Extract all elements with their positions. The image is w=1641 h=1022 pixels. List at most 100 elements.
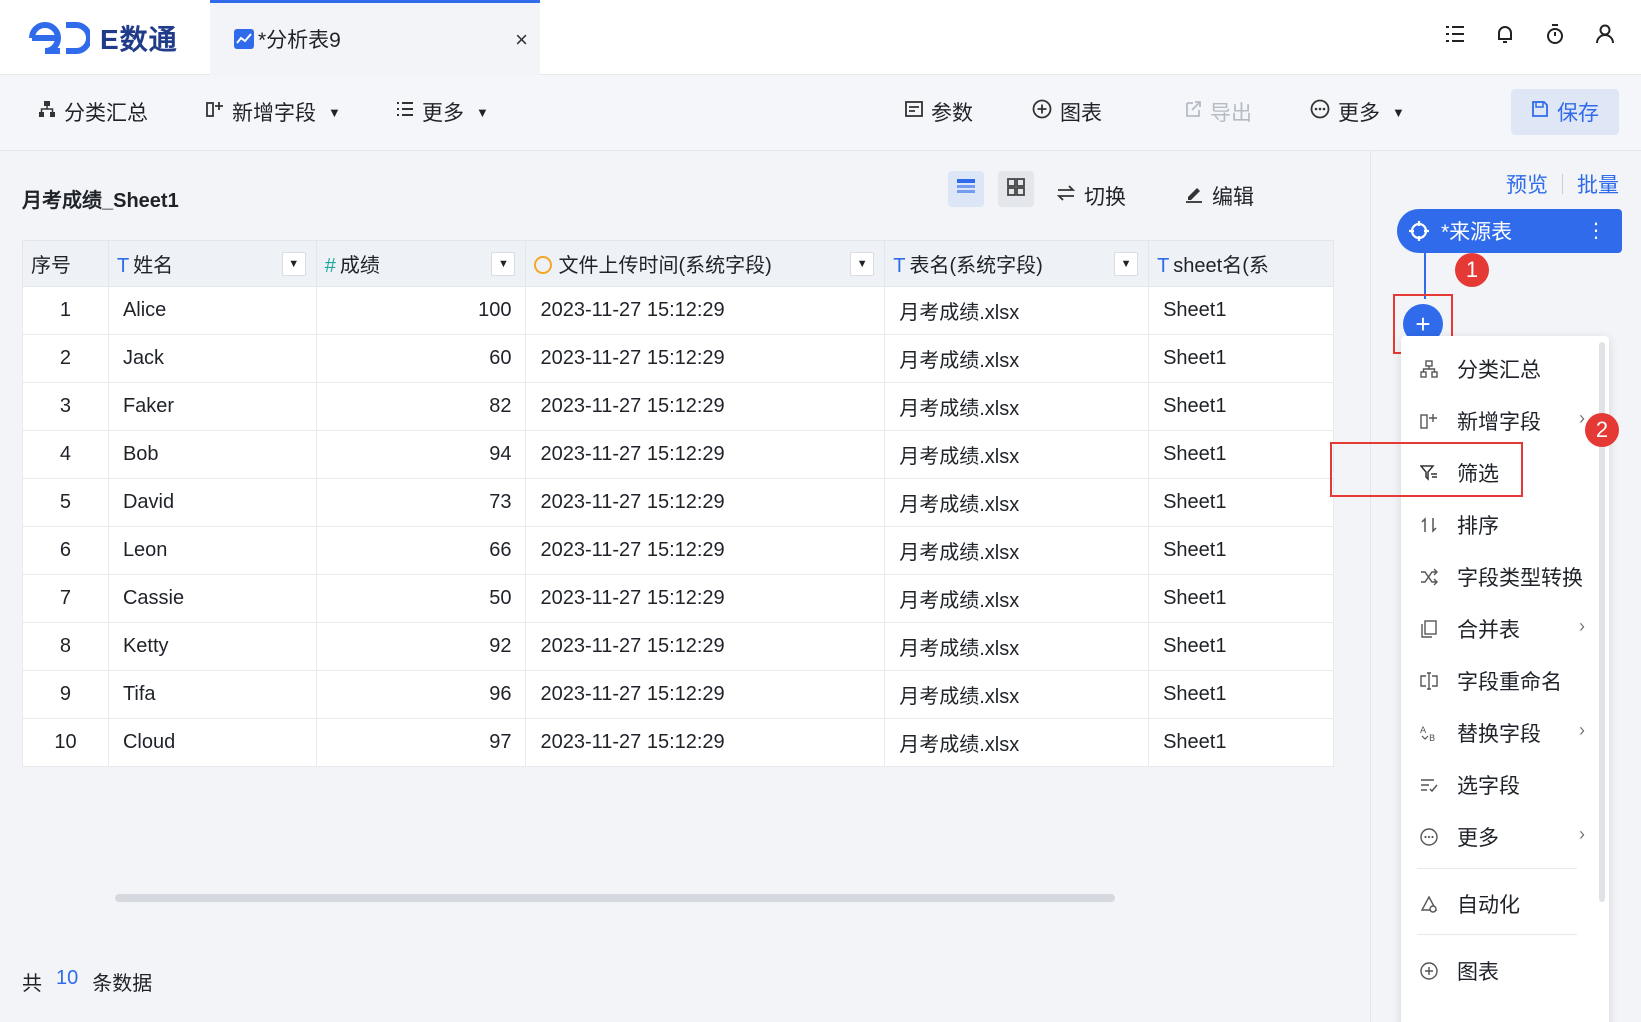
more-left-button[interactable]: 更多 ▼ (396, 97, 489, 127)
cell-upload-time: 2023-11-27 15:12:29 (525, 670, 886, 719)
timer-icon[interactable] (1543, 22, 1567, 46)
menu-item-label: 新增字段 (1457, 411, 1541, 434)
menu-item-label: 字段类型转换 (1457, 567, 1583, 590)
cell-table-name: 月考成绩.xlsx (884, 334, 1150, 383)
table-row[interactable]: 5 David 73 2023-11-27 15:12:29 月考成绩.xlsx Shee… (22, 478, 1334, 527)
cell-score: 100 (315, 286, 527, 335)
column-header-upload-time[interactable]: 文件上传时间(系统字段) ▼ (525, 240, 886, 287)
table-row[interactable]: 1 Alice 100 2023-11-27 15:12:29 月考成绩.xlsx She… (22, 286, 1334, 335)
cell-upload-time: 2023-11-27 15:12:29 (525, 478, 886, 527)
count-value: 10 (56, 967, 79, 989)
edit-button[interactable]: 编辑 (1184, 181, 1254, 211)
batch-link[interactable]: 批量 (1577, 169, 1619, 199)
export-button[interactable]: 导出 (1184, 97, 1252, 127)
caret-down-icon: ▼ (476, 104, 489, 120)
grid-view-icon (1006, 177, 1026, 202)
cell-sheet-name: Sheet1 (1148, 574, 1334, 623)
cell-score: 94 (315, 430, 527, 479)
group-summary-button[interactable]: 分类汇总 (38, 97, 148, 127)
dropdown-icon[interactable]: ▼ (850, 252, 875, 276)
save-button[interactable]: 保存 (1511, 89, 1619, 135)
user-icon[interactable] (1593, 22, 1617, 46)
close-icon[interactable]: × (515, 27, 528, 53)
table-row[interactable]: 2 Jack 60 2023-11-27 15:12:29 月考成绩.xlsx Sheet… (22, 334, 1334, 383)
cell-table-name: 月考成绩.xlsx (884, 382, 1150, 431)
preview-link[interactable]: 预览 (1506, 169, 1548, 199)
cell-name: Cloud (107, 718, 317, 767)
cell-table-name: 月考成绩.xlsx (884, 526, 1150, 575)
chart-button[interactable]: 图表 (1032, 97, 1102, 127)
dropdown-icon[interactable]: ▼ (1114, 252, 1139, 276)
menu-item-type-convert[interactable]: 字段类型转换 (1401, 550, 1591, 604)
cell-sheet-name: Sheet1 (1148, 382, 1334, 431)
swap-icon (1056, 184, 1076, 208)
app-logo[interactable]: E数通 (26, 18, 178, 58)
ellipsis-circle-icon (1310, 99, 1330, 125)
menu-item-sort[interactable]: 排序 (1401, 498, 1591, 552)
cell-sheet-name: Sheet1 (1148, 526, 1334, 575)
add-column-icon (206, 100, 224, 124)
menu-item-automation[interactable]: 自动化 (1401, 877, 1591, 931)
column-header-score[interactable]: # 成绩 ▼ (315, 240, 527, 287)
menu-item-label: 图表 (1457, 961, 1499, 984)
horizontal-scrollbar[interactable] (115, 894, 1115, 902)
bell-icon[interactable] (1493, 22, 1517, 46)
cell-score: 50 (315, 574, 527, 623)
add-step-menu: 分类汇总 新增字段 › 筛选 排序 字段类型转换 合并表 › 字段重命名 A B… (1401, 336, 1609, 1022)
cell-sheet-name: Sheet1 (1148, 286, 1334, 335)
caret-down-icon: ▼ (1392, 104, 1405, 120)
edit-label: 编辑 (1212, 186, 1254, 209)
main-panel: 月考成绩_Sheet1 切换 编辑 序号 T 姓名 ▼ # 成绩 ▼ 文件上传时… (0, 151, 1370, 1022)
switch-button[interactable]: 切换 (1056, 181, 1126, 211)
table-row[interactable]: 8 Ketty 92 2023-11-27 15:12:29 月考成绩.xlsx Shee… (22, 622, 1334, 671)
cell-index: 4 (22, 430, 109, 479)
menu-item-replace-field[interactable]: AB 替换字段 › (1401, 706, 1591, 760)
cell-upload-time: 2023-11-27 15:12:29 (525, 382, 886, 431)
table-row[interactable]: 4 Bob 94 2023-11-27 15:12:29 月考成绩.xlsx Sheet1 (22, 430, 1334, 479)
data-table-container: 序号 T 姓名 ▼ # 成绩 ▼ 文件上传时间(系统字段) ▼ T 表名(系统字段) ▼ Ts… (22, 240, 1334, 768)
cell-sheet-name: Sheet1 (1148, 430, 1334, 479)
task-list-icon[interactable] (1443, 22, 1467, 46)
menu-item-select-field[interactable]: 选字段 (1401, 758, 1591, 812)
cell-score: 82 (315, 382, 527, 431)
add-field-button[interactable]: 新增字段 ▼ (206, 97, 341, 127)
save-icon (1531, 100, 1549, 124)
table-view-button[interactable] (948, 171, 984, 207)
menu-item-chart[interactable]: 图表 (1401, 944, 1591, 998)
table-row[interactable]: 7 Cassie 50 2023-11-27 15:12:29 月考成绩.xlsx She… (22, 574, 1334, 623)
kebab-menu-icon[interactable]: ⋮ (1586, 218, 1606, 243)
grid-view-button[interactable] (998, 171, 1034, 207)
table-row[interactable]: 3 Faker 82 2023-11-27 15:12:29 月考成绩.xlsx Shee… (22, 382, 1334, 431)
chart-label: 图表 (1060, 102, 1102, 125)
cell-sheet-name: Sheet1 (1148, 478, 1334, 527)
column-header-table-name[interactable]: T 表名(系统字段) ▼ (884, 240, 1150, 287)
cell-index: 3 (22, 382, 109, 431)
params-button[interactable]: 参数 (905, 97, 973, 127)
cell-name: Jack (107, 334, 317, 383)
source-node-label: *来源表 (1441, 221, 1513, 244)
step-badge-2: 2 (1585, 413, 1619, 447)
dropdown-icon[interactable]: ▼ (491, 252, 516, 276)
source-table-node[interactable]: *来源表 ⋮ (1397, 209, 1622, 253)
menu-item-merge-table[interactable]: 合并表 › (1401, 602, 1591, 656)
cell-sheet-name: Sheet1 (1148, 670, 1334, 719)
cell-index: 6 (22, 526, 109, 575)
column-header-index[interactable]: 序号 (22, 240, 109, 287)
cell-name: Cassie (107, 574, 317, 623)
dropdown-icon[interactable]: ▼ (281, 252, 306, 276)
column-header-sheet-name[interactable]: Tsheet名(系 (1148, 240, 1334, 287)
menu-item-rename-field[interactable]: 字段重命名 (1401, 654, 1591, 708)
column-header-name[interactable]: T 姓名 ▼ (107, 240, 317, 287)
table-row[interactable]: 9 Tifa 96 2023-11-27 15:12:29 月考成绩.xlsx Sheet… (22, 670, 1334, 719)
shuffle-icon (1419, 567, 1439, 587)
more-right-button[interactable]: 更多 ▼ (1310, 97, 1405, 127)
table-row[interactable]: 10 Cloud 97 2023-11-27 15:12:29 月考成绩.xlsx She… (22, 718, 1334, 767)
table-row[interactable]: 6 Leon 66 2023-11-27 15:12:29 月考成绩.xlsx Sheet… (22, 526, 1334, 575)
menu-item-group-summary[interactable]: 分类汇总 (1401, 342, 1591, 396)
menu-item-add-field[interactable]: 新增字段 › (1401, 394, 1591, 448)
tab-analysis[interactable]: *分析表9 × (210, 0, 540, 75)
cell-table-name: 月考成绩.xlsx (884, 718, 1150, 767)
menu-item-more[interactable]: 更多 › (1401, 810, 1591, 864)
menu-item-label: 分类汇总 (1457, 359, 1541, 382)
list-icon (396, 100, 414, 124)
